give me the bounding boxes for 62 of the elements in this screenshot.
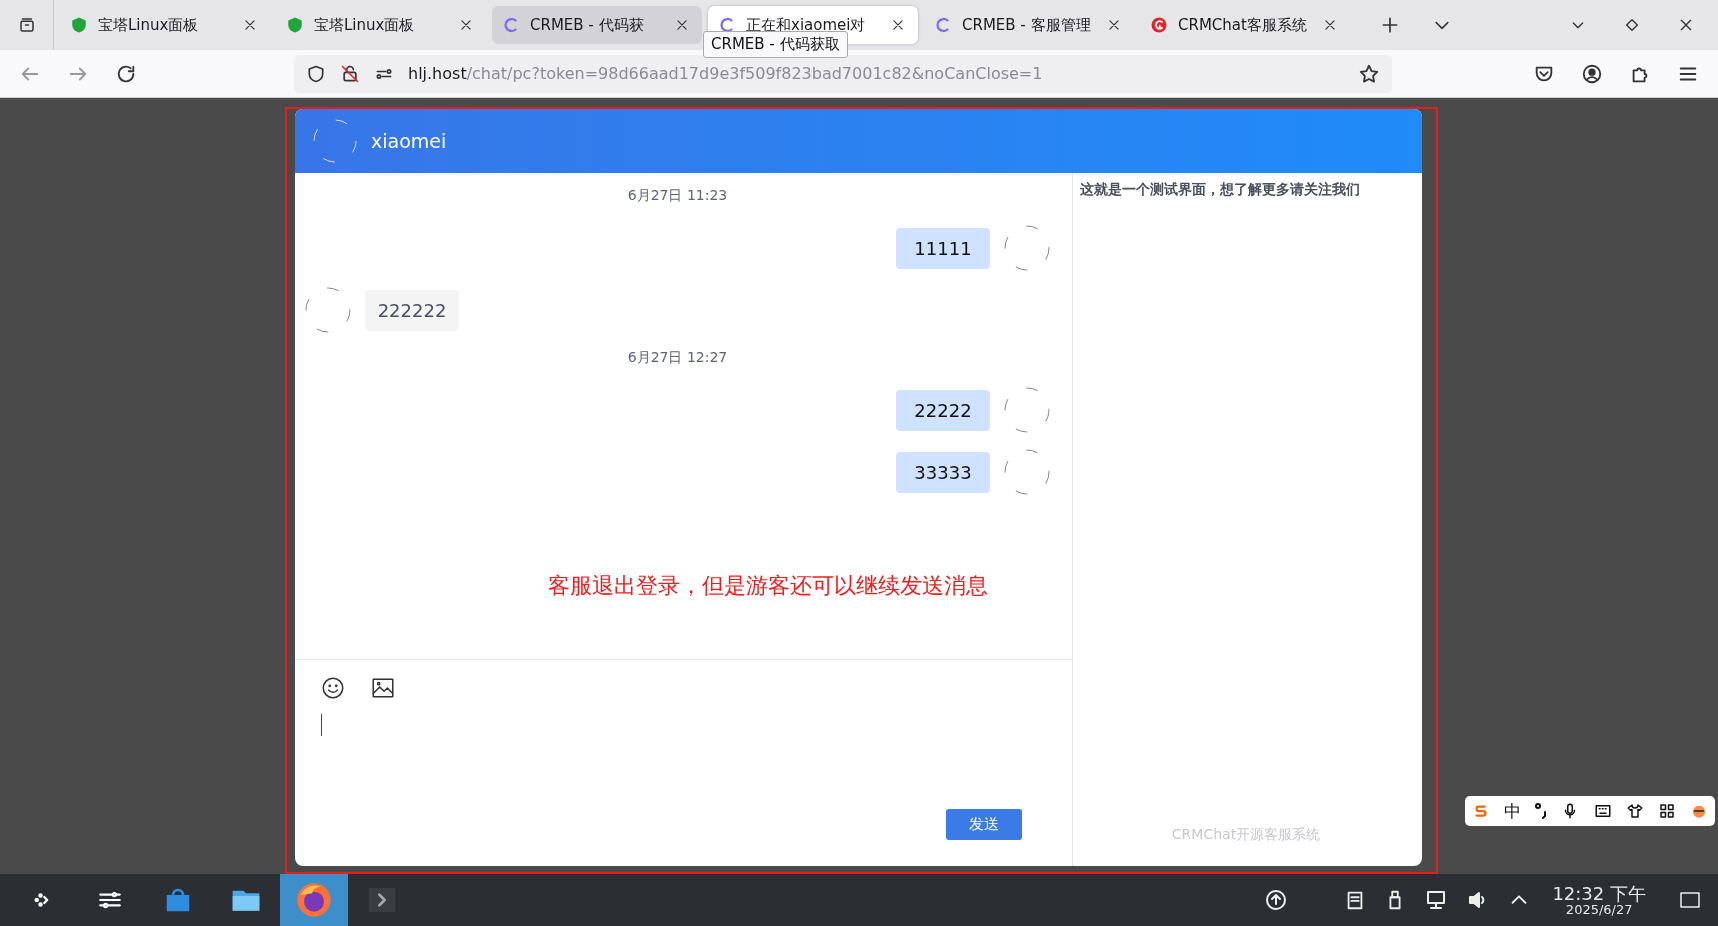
plus-icon	[1380, 15, 1400, 35]
diamond-icon	[1624, 17, 1640, 33]
browser-tab[interactable]: CRMEB - 客服管理	[924, 6, 1134, 44]
grid-icon	[1657, 802, 1676, 820]
avatar-placeholder	[313, 119, 357, 163]
tabs-icon	[17, 16, 36, 34]
tab-title: 宝塔Linux面板	[98, 15, 200, 35]
timestamp: 6月27日 11:23	[627, 187, 728, 205]
tab-title: CRMEB - 客服管理	[962, 15, 1092, 35]
browser-tab[interactable]: CRMEB - 代码获	[492, 6, 702, 44]
firefox-icon	[294, 880, 334, 920]
avatar-placeholder	[305, 287, 351, 333]
text-cursor	[321, 714, 322, 736]
shirt-icon	[1625, 802, 1644, 820]
c-logo-icon	[934, 16, 952, 34]
timestamp: 6月27日 12:27	[627, 349, 728, 367]
message-bubble: 11111	[896, 227, 990, 269]
smiley-icon	[320, 675, 346, 701]
star-icon	[1358, 62, 1380, 85]
c-logo-icon	[502, 16, 520, 34]
keyboard-icon	[1593, 802, 1612, 820]
close-icon	[675, 18, 689, 32]
avatar-placeholder	[1004, 449, 1050, 495]
clock-date: 2025/6/27	[1565, 902, 1633, 916]
url-text: hlj.host/chat/pc?token=98d66aad17d9e3f509f823bad7001c82&noCanClose=1	[408, 64, 1044, 83]
c-logo-icon	[718, 16, 736, 34]
close-icon	[1323, 18, 1337, 32]
message-bubble: 22222	[896, 389, 990, 431]
tab-title: CRMEB - 代码获	[530, 15, 645, 35]
annotation-text: 客服退出登录，但是游客还可以继续发送消息	[548, 572, 988, 600]
avatar-placeholder	[1004, 225, 1050, 271]
address-bar[interactable]: hlj.host/chat/pc?token=98d66aad17d9e3f509f823bad7001c82&noCanClose=1	[294, 54, 1392, 93]
shield-icon	[286, 16, 304, 34]
update-icon	[1264, 888, 1289, 912]
notice-text: 这就是一个测试界面，想了解更多请关注我们	[1080, 181, 1361, 199]
tab-title: CRMChat客服系统	[1178, 15, 1308, 35]
tab-title: 宝塔Linux面板	[314, 15, 416, 35]
browser-tab[interactable]: 宝塔Linux面板	[276, 6, 486, 44]
tab-tooltip: CRMEB - 代码获取	[703, 31, 848, 58]
avatar-placeholder	[1004, 387, 1050, 433]
close-icon	[891, 18, 905, 32]
punctuation-icon	[1535, 803, 1548, 819]
send-button[interactable]: 发送	[946, 809, 1022, 840]
lock-crossed-icon	[340, 63, 360, 84]
shield-icon	[70, 16, 88, 34]
g-logo-icon	[1150, 16, 1168, 34]
contact-name: xiaomei	[371, 130, 447, 152]
close-icon	[1678, 17, 1694, 33]
message-input[interactable]: 发送	[295, 660, 1072, 866]
browser-tab[interactable]: 宝塔Linux面板	[60, 6, 270, 44]
message-bubble: 33333	[896, 451, 990, 493]
clock[interactable]: 12:32 下午 2025/6/27	[1552, 884, 1646, 916]
close-icon	[243, 18, 257, 32]
account-icon	[1581, 62, 1603, 85]
clock-time: 12:32 下午	[1552, 884, 1646, 903]
browser-tab[interactable]: CRMChat客服系统	[1140, 6, 1350, 44]
close-icon	[1107, 18, 1121, 32]
launcher-icon	[33, 891, 51, 909]
close-icon	[459, 18, 473, 32]
shield-icon	[306, 63, 326, 84]
message-bubble: 222222	[365, 289, 459, 331]
ime-mode[interactable]: 中	[1504, 799, 1522, 823]
